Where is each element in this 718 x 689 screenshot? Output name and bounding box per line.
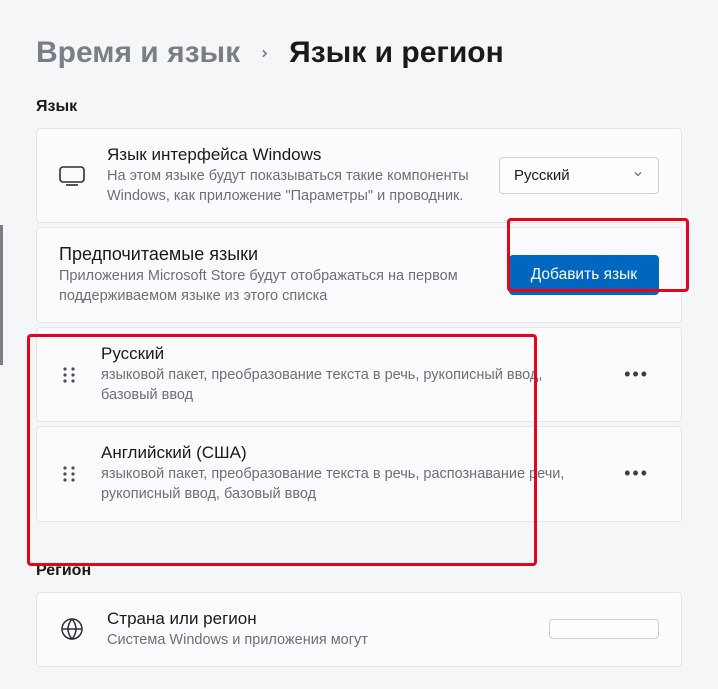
globe-icon: [59, 616, 85, 642]
display-language-card: Язык интерфейса Windows На этом языке бу…: [36, 128, 682, 223]
country-region-card: Страна или регион Система Windows и прил…: [36, 592, 682, 668]
section-header-language: Язык: [36, 98, 682, 116]
display-language-selected: Русский: [514, 167, 570, 184]
scroll-indicator: [0, 225, 3, 365]
country-region-desc: Система Windows и приложения могут: [107, 631, 527, 651]
chevron-down-icon: [632, 168, 644, 183]
section-header-region: Регион: [36, 562, 682, 580]
language-name: Английский (США): [101, 443, 592, 463]
preferred-languages-card: Предпочитаемые языки Приложения Microsof…: [36, 227, 682, 323]
display-language-desc: На этом языке будут показываться такие к…: [107, 167, 477, 206]
more-options-button[interactable]: •••: [614, 358, 659, 391]
breadcrumb: Время и язык Язык и регион: [36, 0, 682, 98]
preferred-languages-title: Предпочитаемые языки: [59, 244, 487, 265]
page-title: Язык и регион: [289, 36, 504, 70]
breadcrumb-parent[interactable]: Время и язык: [36, 36, 240, 70]
more-options-button[interactable]: •••: [614, 457, 659, 490]
language-features: языковой пакет, преобразование текста в …: [101, 366, 592, 405]
preferred-languages-desc: Приложения Microsoft Store будут отображ…: [59, 267, 487, 306]
drag-handle-icon[interactable]: [59, 366, 79, 384]
display-icon: [59, 163, 85, 189]
country-region-select[interactable]: [549, 619, 659, 639]
add-language-button[interactable]: Добавить язык: [509, 255, 659, 295]
language-item-russian[interactable]: Русский языковой пакет, преобразование т…: [36, 327, 682, 422]
country-region-title: Страна или регион: [107, 609, 527, 629]
display-language-title: Язык интерфейса Windows: [107, 145, 477, 165]
language-features: языковой пакет, преобразование текста в …: [101, 465, 592, 504]
display-language-select[interactable]: Русский: [499, 157, 659, 194]
drag-handle-icon[interactable]: [59, 465, 79, 483]
chevron-right-icon: [258, 40, 271, 66]
language-name: Русский: [101, 344, 592, 364]
language-item-english-us[interactable]: Английский (США) языковой пакет, преобра…: [36, 426, 682, 521]
